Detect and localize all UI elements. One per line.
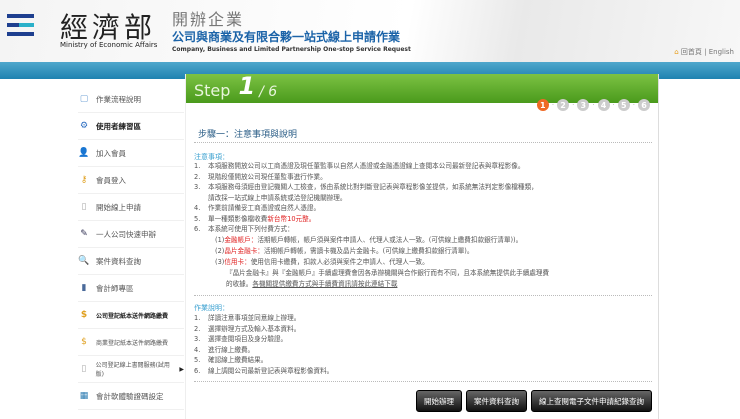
- step-dot: 1: [536, 99, 549, 111]
- case-query-button[interactable]: 案件資料查詢: [466, 390, 527, 412]
- step-current: 1: [238, 72, 256, 100]
- divider: [194, 381, 652, 382]
- payment-item: (1)金融帳戶：活期帳戶轉帳，帳戶須與案件申請人、代理人或法人一致。(可供線上繳…: [215, 236, 523, 244]
- record-query-button[interactable]: 線上查閱電子文件申請紀錄查詢: [531, 390, 652, 412]
- start-button[interactable]: 開始辦理: [416, 390, 462, 412]
- sidebar-item-query[interactable]: 🔍 案件資料查詢: [78, 248, 184, 275]
- step-indicator: 1 · 2 · 3 · 4 · 5 · 6: [536, 99, 650, 111]
- site-title: 公司與商業及有限合夥一站式線上申請作業: [172, 30, 401, 44]
- header: 經濟部 Ministry of Economic Affairs 開辦企業 公司…: [0, 0, 740, 62]
- key-icon: ⚷: [80, 175, 88, 185]
- ops-item: 1. 詳讀注意事項並同意線上辦理。: [194, 314, 301, 322]
- fee-note: 『晶片金融卡』與『金融帳戶』手續處理費會因各承辦機關與合作銀行而有不同，且本系統…: [226, 269, 550, 277]
- ops-heading: 作業說明：: [194, 304, 229, 312]
- payment-item: (2)晶片金融卡：活期帳戶轉帳，需讀卡機及晶片金融卡。(可供線上繳費扣款銀行清單…: [215, 247, 474, 255]
- step-dot: 6: [638, 99, 650, 111]
- ops-item: 2. 選擇辦理方式及輸入基本資料。: [194, 324, 301, 333]
- sidebar-item-login[interactable]: ⚷ 會員登入: [78, 167, 184, 194]
- user-icon: 👤: [78, 148, 90, 158]
- sidebar-item-process[interactable]: ▢ 作業流程說明: [78, 86, 184, 113]
- divider: [194, 295, 652, 296]
- divider: |: [704, 48, 707, 56]
- fee-info-link[interactable]: 各機關提供繳費方式與手續費資訊請按此連結下載: [252, 280, 397, 288]
- ops-item: 3. 選擇查閱項目及身分驗證。: [194, 335, 288, 343]
- ops-item: 4. 進行線上繳費。: [194, 345, 255, 354]
- site-title-en: Company, Business and Limited Partnershi…: [172, 46, 411, 53]
- divider: [194, 142, 652, 143]
- step-dot: 3: [577, 99, 590, 111]
- ministry-name-en: Ministry of Economic Affairs: [60, 41, 158, 49]
- sidebar-item-apply[interactable]: ▯ 開始線上申請: [78, 194, 184, 221]
- sidebar: ▢ 作業流程說明 ⚙ 使用者練習區 👤 加入會員 ⚷ 會員登入 ▯ 開始線上申請 ✎ 一人公…: [78, 86, 184, 410]
- step-total: / 6: [259, 84, 278, 100]
- notice-item: 4. 作業前請備妥工商憑證或自然人憑證。: [194, 204, 321, 212]
- ops-item: 6. 線上調閱公司最新登記表與章程影像資料。: [194, 366, 334, 375]
- notice-item: 1. 本項服務開放公司以工商憑證及現任董監事以自然人憑證或金融憑證線上查閱本公司最…: [194, 162, 525, 170]
- document-icon: ▯: [81, 202, 87, 212]
- top-links: ⌂ 回首頁 | English: [674, 47, 734, 57]
- arrow-right-icon: ▶: [179, 365, 184, 373]
- page-title: 步驟一：注意事項與說明: [198, 130, 298, 140]
- sidebar-item-software[interactable]: ▦ 會計軟體驗證碼設定: [78, 383, 184, 410]
- book-icon: ▮: [81, 283, 87, 293]
- fee-note: 的收據。各機關提供繳費方式與手續費資訊請按此連結下載: [226, 280, 398, 288]
- sidebar-item-one-person[interactable]: ✎ 一人公司快速申辦: [78, 221, 184, 248]
- action-buttons: 開始辦理 案件資料查詢 線上查閱電子文件申請紀錄查詢: [416, 390, 652, 412]
- site-category: 開辦企業: [172, 10, 245, 29]
- home-icon[interactable]: ⌂: [674, 48, 678, 56]
- chat-icon: ▢: [79, 94, 89, 104]
- notice-item: 5. 單一種類影像檔收費新台幣10元整。: [194, 214, 316, 223]
- step-word: Step: [194, 81, 231, 100]
- notice-item: 請改採一站式線上申請系統或洽登記機關辦理。: [208, 193, 347, 202]
- step-dot: 4: [597, 99, 610, 111]
- main-panel: Step 1 / 6 1 · 2 · 3 · 4 · 5 · 6 步驟一：注意事項與說明 …: [185, 72, 659, 419]
- english-link[interactable]: English: [709, 48, 734, 56]
- home-link[interactable]: 回首頁: [681, 48, 702, 56]
- sidebar-item-online-view[interactable]: ▯ 公司登記線上書閱服務(試用版) ▶: [78, 356, 184, 383]
- notice-item: 2. 現階段僅開放公司現任董監事進行作業。: [194, 172, 327, 181]
- notice-item: 6. 本系統可使用下列付費方式：: [194, 225, 294, 233]
- sidebar-item-company-pay[interactable]: $ 公司登記紙本送件網路繳費: [78, 302, 184, 329]
- step-dot: 2: [557, 99, 570, 111]
- calculator-icon: ▦: [79, 391, 89, 401]
- edit-icon: ✎: [80, 229, 88, 239]
- search-icon: 🔍: [78, 256, 90, 266]
- payment-icon: $: [81, 337, 87, 347]
- ministry-name: 經濟部: [60, 11, 157, 44]
- phone-icon: ▯: [81, 364, 87, 374]
- sidebar-item-practice[interactable]: ⚙ 使用者練習區: [78, 113, 184, 140]
- ministry-logo-icon: [7, 14, 34, 41]
- notice-item: 3. 本項服務母須經由登記機關人工檢查，係由系統比對判斷登記表與章程影像並提供，如…: [194, 183, 538, 191]
- gears-icon: ⚙: [79, 121, 89, 131]
- ops-item: 5. 確認線上繳費結果。: [194, 356, 268, 364]
- sidebar-item-join[interactable]: 👤 加入會員: [78, 140, 184, 167]
- sidebar-item-accountant[interactable]: ▮ 會計師專區: [78, 275, 184, 302]
- payment-item: (3)信用卡：使用信用卡繳費，扣款人必須與案件之申請人、代理人一致。: [215, 258, 429, 266]
- step-dot: 5: [617, 99, 630, 111]
- payment-icon: $: [80, 310, 88, 320]
- sidebar-item-business-pay[interactable]: $ 商業登記紙本送件網路繳費: [78, 329, 184, 356]
